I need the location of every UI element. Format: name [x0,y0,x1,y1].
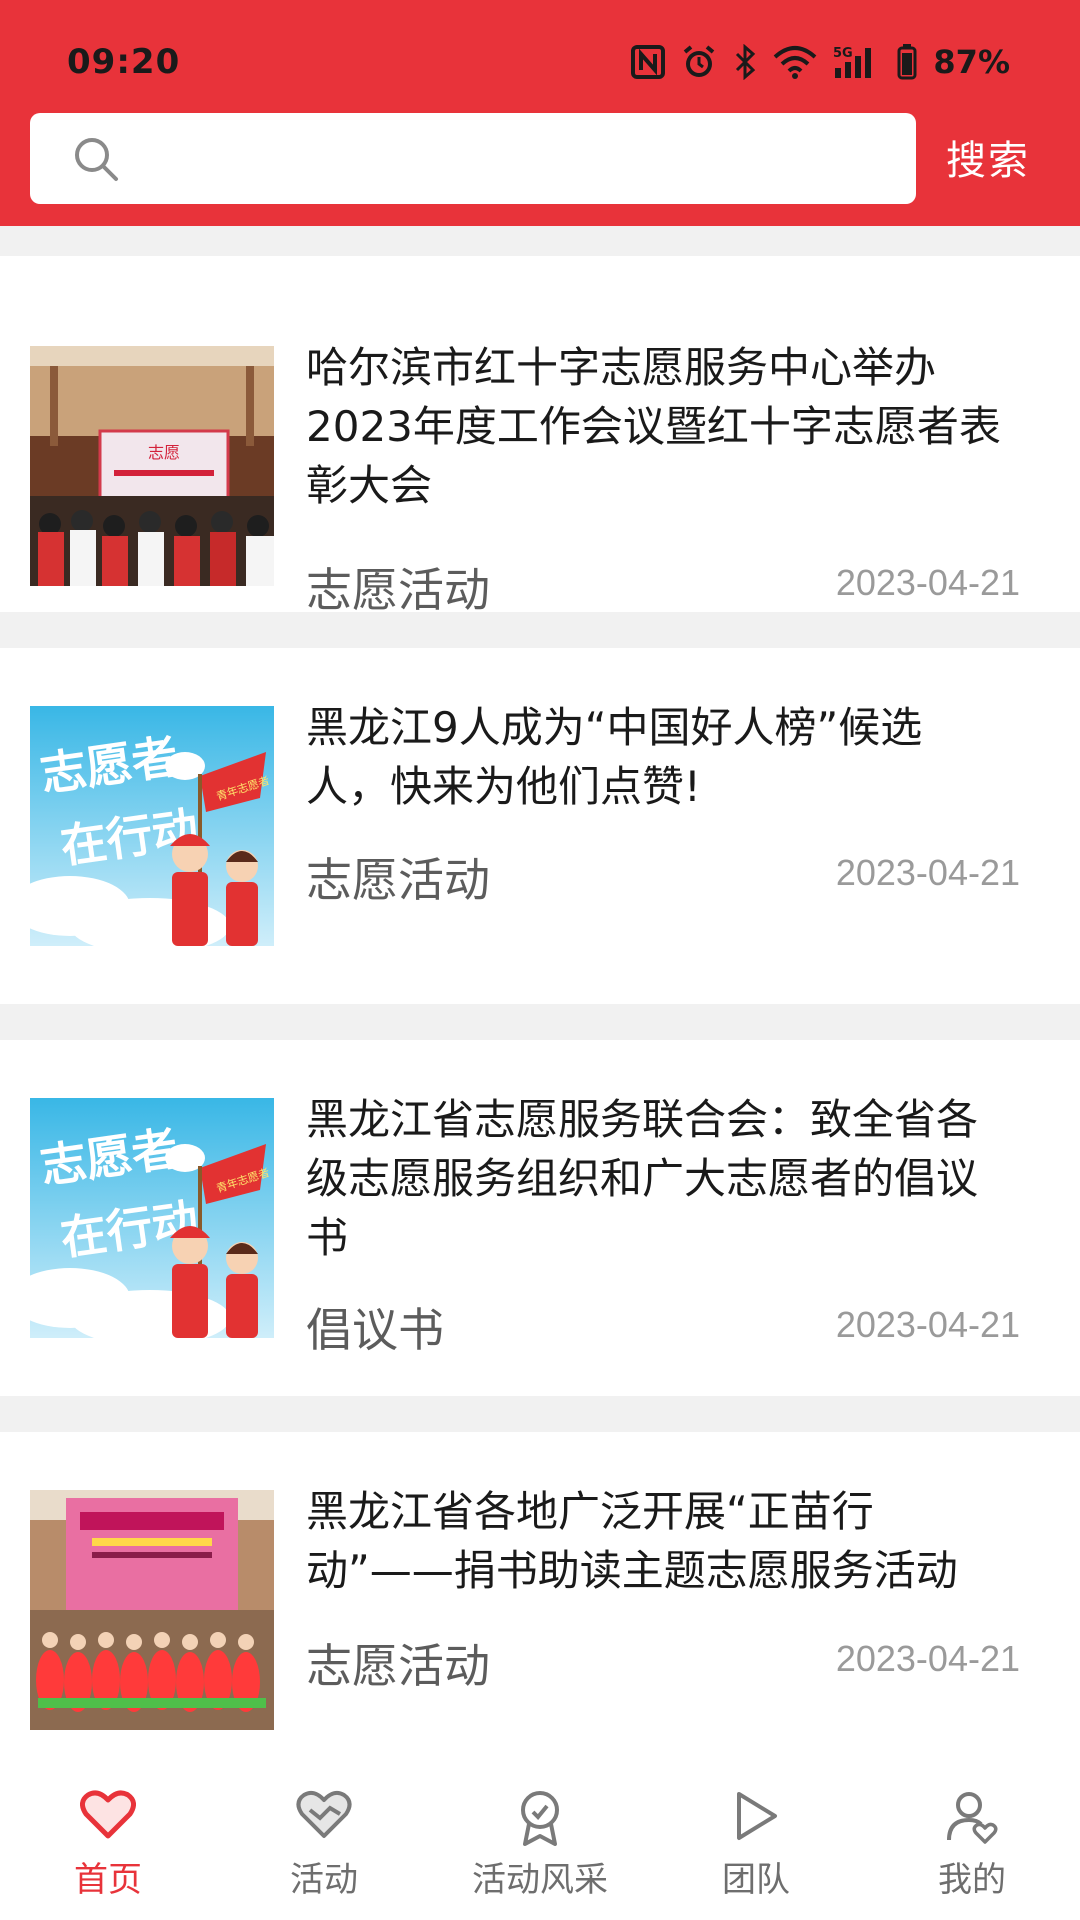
news-category: 志愿活动 [306,563,490,617]
news-date: 2023-04-21 [835,1304,1020,1345]
news-date: 2023-04-21 [835,562,1020,603]
search-icon [75,138,118,181]
news-thumbnail [30,1490,274,1730]
nav-label: 活动风采 [472,1860,608,1900]
nav-item-activity[interactable]: 活动 [216,1742,432,1920]
nav-label: 活动 [290,1860,358,1900]
news-category: 倡议书 [306,1303,444,1357]
nav-item-showcase[interactable]: 活动风采 [432,1742,648,1920]
volunteer-action-poster: 志愿者 在行动 青年志愿者 [30,706,274,946]
news-date: 2023-04-21 [835,1638,1020,1679]
nav-item-mine[interactable]: 我的 [864,1742,1080,1920]
search-button[interactable]: 搜索 [946,128,1030,186]
news-thumbnail: 志愿 [30,346,274,586]
play-icon [737,1792,777,1840]
app-header: 09:20 5G 87% 搜索 [0,0,1080,226]
list-item[interactable]: 黑龙江省各地广泛开展“正苗行动”——捐书助读主题志愿服务活动 志愿活动 2023… [0,1432,1080,1742]
status-bar: 09:20 5G 87% [0,0,1080,110]
nav-item-team[interactable]: 团队 [648,1742,864,1920]
user-heart-icon [947,1792,998,1844]
nav-label: 首页 [74,1860,142,1900]
search-box[interactable] [30,113,916,204]
svg-text:志愿: 志愿 [148,443,180,462]
bluetooth-icon [736,44,756,80]
news-category: 志愿活动 [306,1639,490,1693]
heart-icon [80,1790,136,1839]
signal-5g-icon: 5G [833,46,872,78]
nav-label: 团队 [722,1860,790,1900]
list-item[interactable]: 志愿者 在行动 青年志愿者 黑龙江9人成为“中国好人榜”候选人，快来为他们点赞!… [0,648,1080,1004]
status-icons: 5G 87% [631,40,1010,84]
news-thumbnail: 志愿者 在行动 青年志愿者 [30,706,274,946]
battery-icon [897,44,917,80]
news-title: 黑龙江省各地广泛开展“正苗行动”——捐书助读主题志愿服务活动 [306,1487,958,1595]
nav-item-home[interactable]: 首页 [0,1742,216,1920]
news-thumbnail: 志愿者 在行动 青年志愿者 [30,1098,274,1338]
news-category: 志愿活动 [306,853,490,907]
news-title: 哈尔滨市红十字志愿服务中心举办2023年度工作会议暨红十字志愿者表彰大会 [306,343,1001,510]
news-title: 黑龙江省志愿服务联合会：致全省各级志愿服务组织和广大志愿者的倡议书 [306,1095,979,1262]
handshake-heart-icon [296,1790,352,1838]
news-date: 2023-04-21 [835,852,1020,893]
list-item[interactable]: 志愿者 在行动 青年志愿者 黑龙江省志愿服务联合会：致全省各级志愿服务组织和广大… [0,1040,1080,1396]
wifi-icon [774,46,817,79]
stage-performance-photo [30,1490,274,1730]
conference-hall-photo: 志愿 [30,346,274,586]
volunteer-action-poster: 志愿者 在行动 青年志愿者 [30,1098,274,1338]
medal-icon [521,1791,559,1846]
bottom-nav: 首页 活动 活动风采 团队 我的 [0,1742,1080,1920]
nav-label: 我的 [938,1860,1006,1900]
list-item[interactable]: 志愿 哈尔滨市红十字志愿服务中心举办2023年度工作会议暨红十字志愿者表彰大会 … [0,256,1080,617]
news-title: 黑龙江9人成为“中国好人榜”候选人，快来为他们点赞! [306,703,923,811]
nfc-icon [631,45,666,79]
status-time: 09:20 [67,42,181,82]
battery-percent: 87% [933,43,1010,81]
alarm-icon [684,45,715,77]
svg-text:5G: 5G [833,46,853,61]
search-input[interactable] [140,131,880,186]
